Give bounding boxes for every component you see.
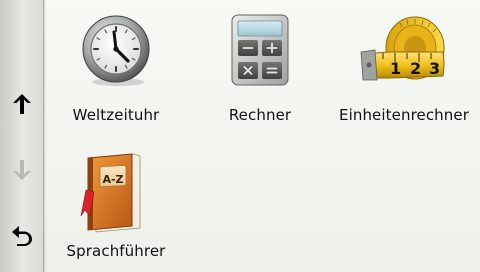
scroll-up-button[interactable]: [0, 84, 43, 124]
clock-icon: [78, 12, 154, 92]
app-rechner[interactable]: Rechner: [185, 12, 335, 132]
navigation-sidebar: [0, 0, 44, 272]
tape-measure-icon: 1 2 3: [359, 12, 449, 96]
app-sprachfuehrer[interactable]: A-Z Sprachführer: [41, 150, 191, 270]
arrow-up-icon: [12, 94, 31, 114]
tape-digit: 2: [410, 59, 421, 78]
back-arrow-icon: [11, 226, 32, 246]
tape-digit: 1: [390, 59, 401, 78]
book-label-text: A-Z: [102, 173, 123, 186]
phrasebook-icon: A-Z: [76, 150, 156, 240]
arrow-down-icon: [12, 160, 31, 180]
tape-digit: 3: [429, 59, 440, 78]
calculator-icon: [228, 12, 292, 92]
app-label: Sprachführer: [66, 242, 166, 260]
app-label: Weltzeituhr: [72, 106, 160, 124]
app-label: Rechner: [228, 106, 292, 124]
app-label: Einheitenrechner: [339, 106, 469, 124]
app-weltzeituhr[interactable]: Weltzeituhr: [41, 12, 191, 132]
back-button[interactable]: [0, 216, 43, 256]
app-einheitenrechner[interactable]: 1 2 3 Einheitenrechner: [329, 12, 479, 132]
scroll-down-button[interactable]: [0, 150, 43, 190]
app-screen: Weltzeituhr Rechner 1 2 3 Einheitenrechn…: [0, 0, 480, 272]
